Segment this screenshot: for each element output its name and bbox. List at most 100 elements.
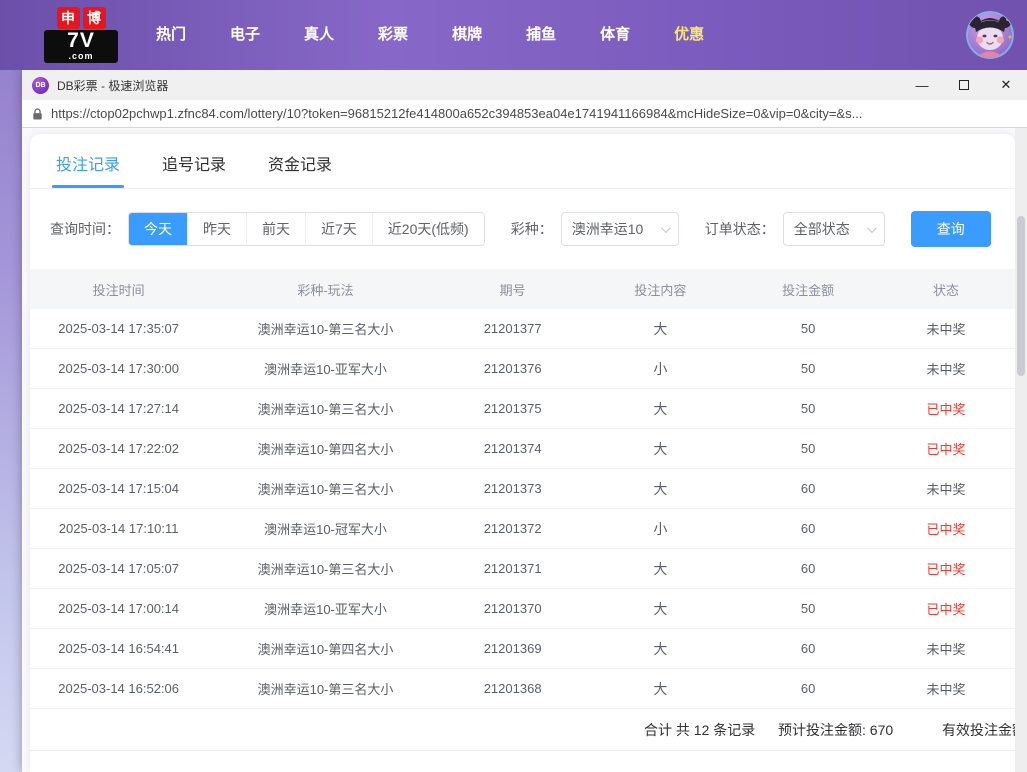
cell-bet-time: 2025-03-14 17:00:14 (30, 601, 207, 616)
time-option-7days[interactable]: 近7天 (305, 213, 372, 245)
cell-bet-content: 大 (582, 319, 740, 339)
cell-bet-content: 大 (582, 679, 740, 699)
col-status: 状态 (877, 280, 1015, 299)
col-game-play: 彩种-玩法 (207, 280, 443, 299)
table-row: 2025-03-14 17:35:07 澳洲幸运10-第三名大小 2120137… (30, 309, 1015, 349)
cell-bet-content: 大 (582, 479, 740, 499)
col-bet-amount: 投注金额 (739, 280, 877, 299)
time-option-yesterday[interactable]: 昨天 (187, 213, 246, 245)
time-option-today[interactable]: 今天 (129, 213, 187, 245)
cell-bet-content: 大 (582, 599, 740, 619)
cell-bet-content: 小 (582, 359, 740, 379)
nav-item-live[interactable]: 真人 (282, 0, 356, 70)
cell-bet-amount: 50 (739, 601, 877, 616)
cell-bet-time: 2025-03-14 17:30:00 (30, 361, 207, 376)
tab-fund-records[interactable]: 资金记录 (268, 151, 332, 188)
browser-window: DB DB彩票 - 极速浏览器 — ✕ https://ctop02pchwp1… (22, 70, 1027, 772)
cell-game-play: 澳洲幸运10-第四名大小 (207, 639, 443, 658)
logo-tile-bo: 博 (83, 7, 106, 29)
window-title-bar: DB DB彩票 - 极速浏览器 — ✕ (22, 70, 1027, 100)
table-row: 2025-03-14 17:05:07 澳洲幸运10-第三名大小 2120137… (30, 549, 1015, 589)
search-button[interactable]: 查询 (911, 211, 991, 247)
cell-period: 21201370 (444, 601, 582, 616)
cell-bet-amount: 60 (739, 641, 877, 656)
cell-period: 21201371 (444, 561, 582, 576)
window-title: DB彩票 - 极速浏览器 (57, 77, 168, 94)
chevron-down-icon (867, 223, 877, 233)
cell-bet-amount: 60 (739, 481, 877, 496)
cell-status: 未中奖 (877, 319, 1015, 338)
cell-status: 已中奖 (877, 439, 1015, 458)
table-header: 投注时间 彩种-玩法 期号 投注内容 投注金额 状态 (30, 269, 1015, 309)
lock-icon (32, 107, 43, 121)
nav-item-hot[interactable]: 热门 (134, 0, 208, 70)
vertical-scrollbar[interactable] (1015, 128, 1027, 772)
nav-item-electronic[interactable]: 电子 (208, 0, 282, 70)
table-row: 2025-03-14 17:00:14 澳洲幸运10-亚军大小 21201370… (30, 589, 1015, 629)
summary-valid-amount: 有效投注金额 (942, 709, 1015, 751)
cell-bet-amount: 50 (739, 441, 877, 456)
cell-status: 已中奖 (877, 519, 1015, 538)
tab-bet-records[interactable]: 投注记录 (56, 151, 120, 188)
cell-game-play: 澳洲幸运10-亚军大小 (207, 359, 443, 378)
minimize-icon[interactable]: — (901, 70, 943, 100)
table-row: 2025-03-14 17:15:04 澳洲幸运10-第三名大小 2120137… (30, 469, 1015, 509)
cell-bet-time: 2025-03-14 17:15:04 (30, 481, 207, 496)
nav-item-chess[interactable]: 棋牌 (430, 0, 504, 70)
cell-bet-content: 大 (582, 559, 740, 579)
cell-game-play: 澳洲幸运10-第三名大小 (207, 399, 443, 418)
cell-bet-time: 2025-03-14 17:05:07 (30, 561, 207, 576)
nav-item-sports[interactable]: 体育 (578, 0, 652, 70)
window-controls: — ✕ (901, 70, 1027, 100)
order-status-label: 订单状态： (705, 219, 775, 239)
cell-status: 未中奖 (877, 639, 1015, 658)
cell-status: 未中奖 (877, 479, 1015, 498)
cell-bet-amount: 60 (739, 561, 877, 576)
cell-status: 已中奖 (877, 559, 1015, 578)
address-bar[interactable]: https://ctop02pchwp1.zfnc84.com/lottery/… (22, 100, 1027, 128)
maximize-icon[interactable] (943, 70, 985, 100)
cell-status: 已中奖 (877, 599, 1015, 618)
records-panel: 投注记录 追号记录 资金记录 查询时间： 今天 昨天 前天 近7天 近20天(低… (30, 134, 1015, 772)
close-icon[interactable]: ✕ (985, 70, 1027, 100)
cell-period: 21201368 (444, 681, 582, 696)
url-text: https://ctop02pchwp1.zfnc84.com/lottery/… (51, 106, 1017, 121)
table-body: 2025-03-14 17:35:07 澳洲幸运10-第三名大小 2120137… (30, 309, 1015, 709)
logo-7v-text: 7V (46, 30, 116, 52)
nav-item-promo[interactable]: 优惠 (652, 0, 726, 70)
summary-total-count: 合计 共 12 条记录 (644, 709, 755, 751)
filter-bar: 查询时间： 今天 昨天 前天 近7天 近20天(低频) 彩种： 澳洲幸运10 订… (50, 211, 1015, 247)
cell-bet-amount: 50 (739, 401, 877, 416)
site-logo: 申 博 7V .com (44, 7, 118, 63)
cell-period: 21201372 (444, 521, 582, 536)
summary-expected-amount: 预计投注金额: 670 (778, 709, 893, 751)
cell-game-play: 澳洲幸运10-第三名大小 (207, 679, 443, 698)
cell-bet-content: 大 (582, 399, 740, 419)
time-option-day-before[interactable]: 前天 (246, 213, 305, 245)
col-bet-time: 投注时间 (30, 280, 207, 299)
col-period: 期号 (444, 280, 582, 299)
nav-item-lottery[interactable]: 彩票 (356, 0, 430, 70)
nav-item-fishing[interactable]: 捕鱼 (504, 0, 578, 70)
order-status-select[interactable]: 全部状态 (783, 212, 885, 246)
lottery-select-value: 澳洲幸运10 (572, 219, 644, 239)
site-top-bar: 申 博 7V .com 热门 电子 真人 彩票 棋牌 捕鱼 体育 优惠 (0, 0, 1027, 70)
time-option-20days[interactable]: 近20天(低频) (372, 213, 484, 245)
cell-bet-time: 2025-03-14 17:22:02 (30, 441, 207, 456)
browser-favicon-icon: DB (32, 77, 49, 94)
chevron-down-icon (661, 223, 671, 233)
cell-period: 21201374 (444, 441, 582, 456)
cell-bet-time: 2025-03-14 17:27:14 (30, 401, 207, 416)
cell-bet-amount: 60 (739, 521, 877, 536)
cell-period: 21201377 (444, 321, 582, 336)
cell-bet-time: 2025-03-14 16:52:06 (30, 681, 207, 696)
lottery-select[interactable]: 澳洲幸运10 (561, 212, 679, 246)
table-row: 2025-03-14 17:27:14 澳洲幸运10-第三名大小 2120137… (30, 389, 1015, 429)
table-row: 2025-03-14 17:30:00 澳洲幸运10-亚军大小 21201376… (30, 349, 1015, 389)
user-avatar[interactable] (966, 11, 1014, 59)
tab-chase-records[interactable]: 追号记录 (162, 151, 226, 188)
record-tabs: 投注记录 追号记录 资金记录 (30, 134, 1015, 189)
scrollbar-thumb[interactable] (1017, 216, 1025, 376)
cell-game-play: 澳洲幸运10-第三名大小 (207, 319, 443, 338)
cell-game-play: 澳洲幸运10-冠军大小 (207, 519, 443, 538)
